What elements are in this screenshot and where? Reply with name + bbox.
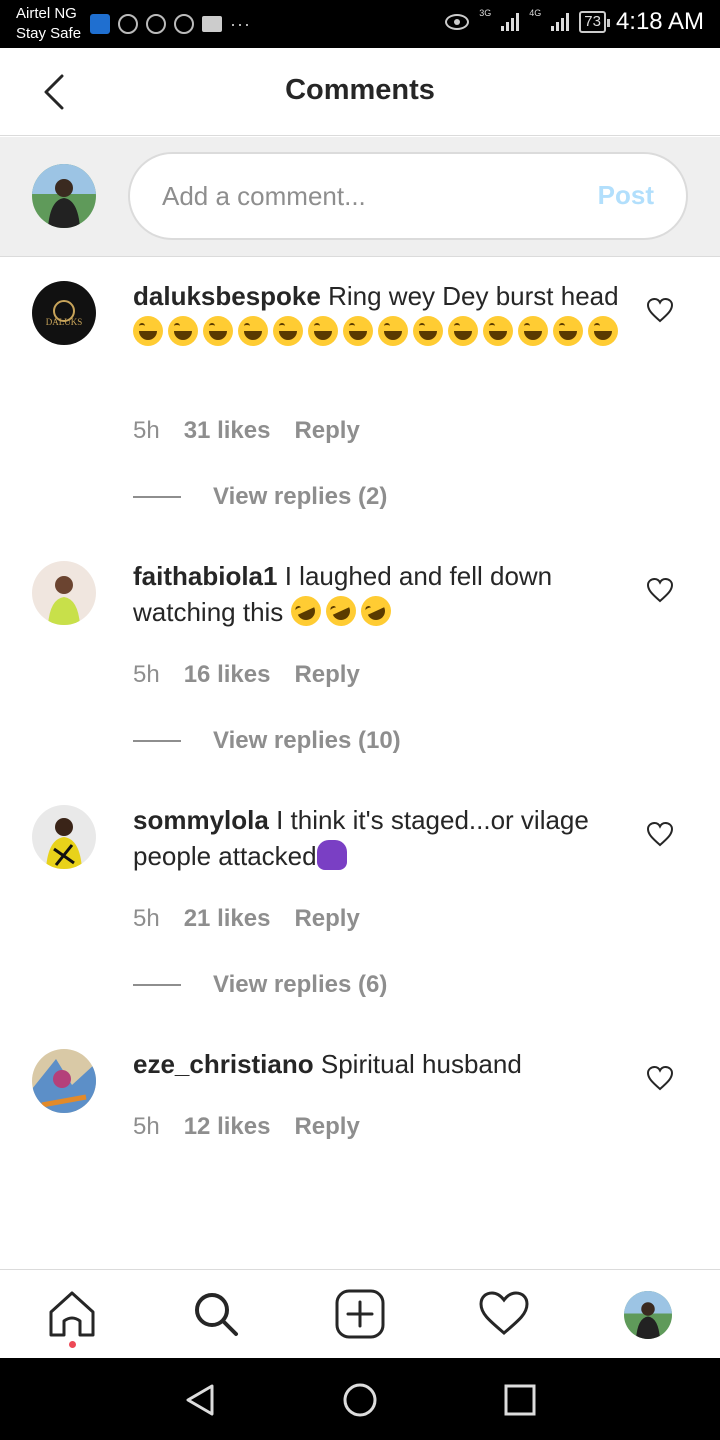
comment-input-box: Post	[128, 152, 688, 240]
comment-username[interactable]: daluksbespoke	[133, 281, 321, 311]
view-replies-button[interactable]: View replies (10)	[133, 727, 401, 755]
comment-time: 5h	[133, 1113, 160, 1140]
comment-input[interactable]	[162, 176, 562, 216]
battery-icon: 73	[579, 11, 610, 33]
comment-composer: Post	[0, 137, 720, 257]
home-icon[interactable]	[46, 1288, 98, 1340]
comment-username[interactable]: faithabiola1	[133, 561, 277, 591]
comment-likes[interactable]: 16 likes	[184, 661, 271, 689]
system-icons: 3G 4G 73 4:18 AM	[445, 8, 704, 36]
back-triangle-icon[interactable]	[180, 1380, 220, 1420]
comment-meta: 5h 16 likes Reply	[133, 661, 360, 689]
page-title: Comments	[285, 74, 435, 106]
heart-icon[interactable]	[478, 1288, 530, 1340]
replies-divider	[133, 740, 181, 742]
comment-text: eze_christiano Spiritual husband	[133, 1046, 623, 1082]
signal-icon	[501, 13, 520, 31]
commenter-avatar[interactable]	[32, 805, 96, 869]
add-post-icon[interactable]	[334, 1288, 386, 1340]
like-heart-icon[interactable]	[646, 821, 674, 847]
battery-level: 73	[584, 13, 601, 30]
comment-time: 5h	[133, 661, 160, 688]
home-circle-icon[interactable]	[340, 1380, 380, 1420]
rofl-emoji-group	[285, 591, 396, 631]
clock: 4:18 AM	[615, 8, 704, 35]
bottom-tab-bar	[0, 1269, 720, 1358]
notification-dot	[69, 1341, 76, 1348]
comment-likes[interactable]: 21 likes	[184, 905, 271, 933]
laughing-emoji-group	[133, 316, 623, 347]
facebook-icon	[174, 14, 194, 34]
comment-time: 5h	[133, 905, 160, 932]
comment-body: Spiritual husband	[320, 1049, 522, 1079]
replies-divider	[133, 984, 181, 986]
whatsapp-icon	[146, 14, 166, 34]
network-type-1: 3G	[479, 8, 492, 18]
reply-button[interactable]: Reply	[294, 417, 359, 445]
shield-app-icon	[90, 14, 110, 34]
comment-meta: 5h 21 likes Reply	[133, 905, 360, 933]
commenter-avatar[interactable]	[32, 561, 96, 625]
comment-text: daluksbespoke Ring wey Dey burst head	[133, 278, 623, 350]
comment-likes[interactable]: 12 likes	[184, 1113, 271, 1141]
avatar-logo-text: DALUKS	[46, 317, 83, 327]
chrome-icon	[118, 14, 138, 34]
comment-username[interactable]: eze_christiano	[133, 1049, 314, 1079]
view-replies-label: View replies (10)	[213, 727, 401, 754]
view-replies-label: View replies (2)	[213, 483, 388, 510]
view-replies-label: View replies (6)	[213, 971, 388, 998]
post-button[interactable]: Post	[598, 180, 654, 211]
reply-button[interactable]: Reply	[294, 905, 359, 933]
carrier-name: Airtel NG	[16, 5, 77, 22]
recents-square-icon[interactable]	[500, 1380, 540, 1420]
commenter-avatar[interactable]	[32, 1049, 96, 1113]
mail-icon	[202, 16, 222, 32]
comment-likes[interactable]: 31 likes	[184, 417, 271, 445]
eye-comfort-icon	[445, 14, 470, 30]
notification-icons: ···	[90, 14, 251, 34]
carrier-subtitle: Stay Safe	[16, 25, 82, 42]
comment-body: Ring wey Dey burst head	[328, 281, 619, 311]
like-heart-icon[interactable]	[646, 577, 674, 603]
carrier-info: Airtel NG Stay Safe	[16, 4, 81, 44]
commenter-avatar[interactable]: DALUKS	[32, 281, 96, 345]
comment-meta: 5h 31 likes Reply	[133, 417, 360, 445]
system-nav-bar	[0, 1358, 720, 1440]
search-icon[interactable]	[190, 1288, 242, 1340]
reply-button[interactable]: Reply	[294, 661, 359, 689]
shrug-emoji	[316, 840, 347, 870]
profile-avatar[interactable]	[624, 1291, 672, 1339]
comment-time: 5h	[133, 417, 160, 444]
like-heart-icon[interactable]	[646, 297, 674, 323]
comment-text: sommylola I think it's staged...or vilag…	[133, 802, 623, 874]
replies-divider	[133, 496, 181, 498]
more-notifications-icon: ···	[230, 14, 251, 34]
view-replies-button[interactable]: View replies (6)	[133, 971, 387, 999]
comment-text: faithabiola1 I laughed and fell down wat…	[133, 558, 623, 631]
view-replies-button[interactable]: View replies (2)	[133, 483, 387, 511]
network-type-2: 4G	[529, 8, 542, 18]
current-user-avatar[interactable]	[32, 164, 96, 228]
comment-meta: 5h 12 likes Reply	[133, 1113, 360, 1141]
signal-icon-2	[551, 13, 570, 31]
comment-username[interactable]: sommylola	[133, 805, 269, 835]
reply-button[interactable]: Reply	[294, 1113, 359, 1141]
comments-header: Comments	[0, 48, 720, 136]
status-bar: Airtel NG Stay Safe ··· 3G 4G 73 4:18 AM	[0, 0, 720, 48]
like-heart-icon[interactable]	[646, 1065, 674, 1091]
